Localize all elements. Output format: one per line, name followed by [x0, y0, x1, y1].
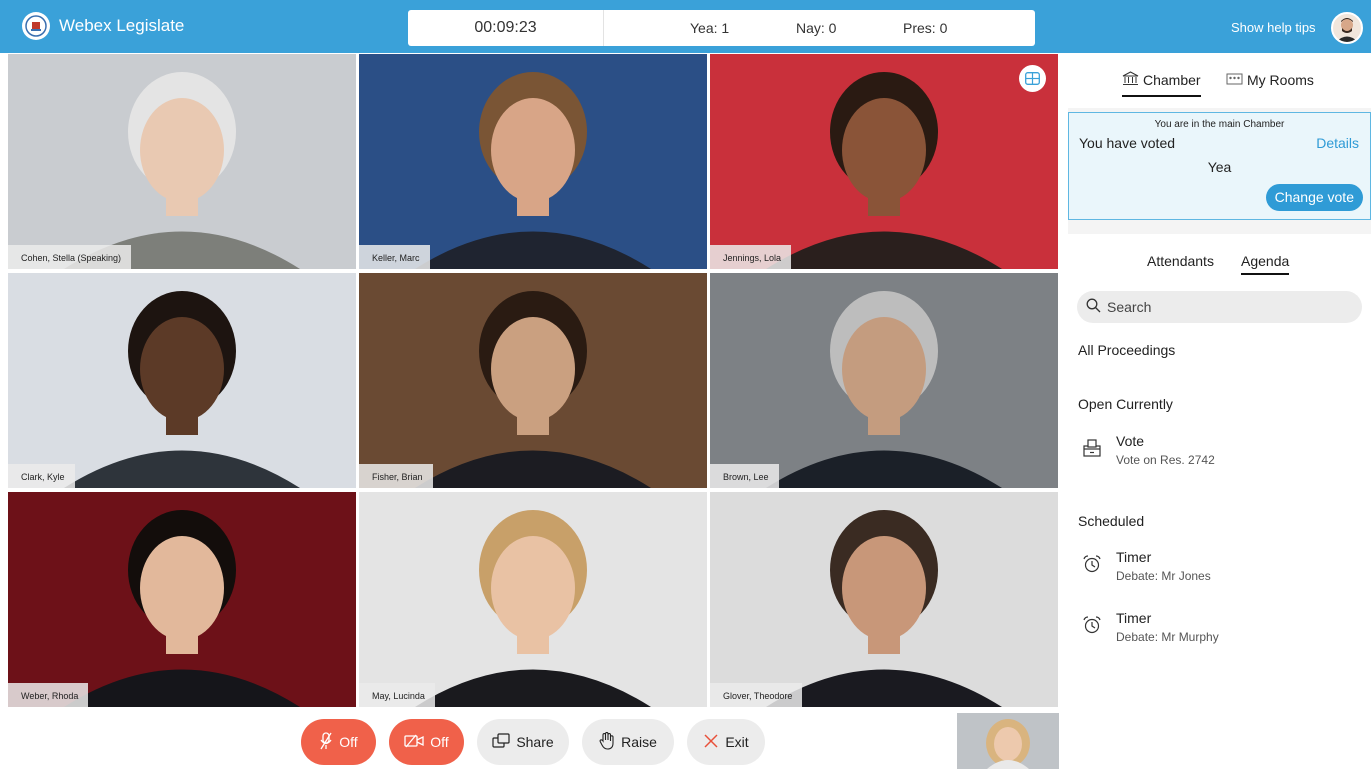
tab-my-rooms-label: My Rooms: [1247, 71, 1314, 88]
top-bar: Webex Legislate 00:09:23 Yea: 1 Nay: 0 P…: [0, 0, 1371, 53]
agenda-item-title: Vote: [1116, 433, 1145, 449]
participant-video: [359, 54, 707, 269]
participant-tile[interactable]: Jennings, Lola: [710, 54, 1058, 269]
participant-tile[interactable]: Brown, Lee: [710, 273, 1058, 488]
agenda-item-title: Timer: [1116, 610, 1152, 626]
search-placeholder: Search: [1107, 299, 1152, 315]
alarm-clock-icon: [1082, 615, 1102, 644]
video-button[interactable]: Off: [389, 719, 464, 765]
agenda-item-subtitle: Debate: Mr Murphy: [1116, 630, 1219, 644]
search-icon: [1086, 298, 1101, 316]
share-label: Share: [516, 734, 554, 750]
rooms-icon: [1226, 71, 1243, 88]
participant-tile[interactable]: Weber, Rhoda: [8, 492, 356, 707]
nay-count: Nay: 0: [796, 20, 837, 36]
exit-button[interactable]: Exit: [687, 719, 765, 765]
participant-tile[interactable]: Glover, Theodore: [710, 492, 1058, 707]
tab-chamber[interactable]: Chamber: [1122, 71, 1201, 97]
room-tabs: Chamber My Rooms: [1068, 54, 1371, 108]
participant-video: [359, 273, 707, 488]
all-proceedings-link[interactable]: All Proceedings: [1078, 342, 1175, 358]
session-timer: 00:09:23: [408, 10, 604, 46]
share-icon: [492, 732, 510, 752]
participant-name: May, Lucinda: [359, 683, 435, 707]
agenda-item-subtitle: Debate: Mr Jones: [1116, 569, 1211, 583]
details-link[interactable]: Details: [1316, 135, 1359, 151]
agenda-item-title: Timer: [1116, 549, 1152, 565]
mute-label: Off: [339, 734, 358, 750]
meeting-controls: Off Off Share Raise Exit: [0, 719, 1059, 765]
grid-layout-icon[interactable]: [1019, 65, 1046, 92]
brand: Webex Legislate: [22, 12, 184, 40]
user-avatar[interactable]: [1331, 12, 1363, 44]
brand-name: Webex Legislate: [59, 16, 185, 35]
tab-attendants[interactable]: Attendants: [1147, 253, 1214, 273]
participant-video: [8, 492, 356, 707]
mic-off-icon: [319, 731, 333, 753]
ballot-box-icon: [1082, 438, 1102, 467]
participant-tile[interactable]: May, Lucinda: [359, 492, 707, 707]
participant-tile[interactable]: Keller, Marc: [359, 54, 707, 269]
hand-icon: [599, 731, 615, 753]
mute-button[interactable]: Off: [301, 719, 376, 765]
camera-off-icon: [404, 734, 424, 751]
exit-label: Exit: [725, 734, 749, 750]
participant-video: [8, 273, 356, 488]
participant-tile[interactable]: Clark, Kyle: [8, 273, 356, 488]
video-grid: Cohen, Stella (Speaking) Keller, Marc Jenn…: [8, 54, 1059, 707]
alarm-clock-icon: [1082, 554, 1102, 583]
legislate-logo-icon: [22, 12, 50, 40]
participant-name: Clark, Kyle: [8, 464, 75, 488]
self-view-video[interactable]: [957, 713, 1059, 769]
participant-video: [710, 54, 1058, 269]
tab-chamber-label: Chamber: [1143, 72, 1201, 88]
change-vote-button[interactable]: Change vote: [1265, 184, 1363, 211]
yea-count: Yea: 1: [690, 20, 730, 36]
agenda-item-timer-2[interactable]: Timer Debate: Mr Murphy: [1082, 610, 1219, 644]
present-count: Pres: 0: [903, 20, 948, 36]
agenda-item-subtitle: Vote on Res. 2742: [1116, 453, 1215, 467]
show-help-tips-link[interactable]: Show help tips: [1231, 20, 1316, 35]
agenda-item-vote[interactable]: Vote Vote on Res. 2742: [1082, 433, 1215, 467]
participant-name: Glover, Theodore: [710, 683, 803, 707]
video-label: Off: [430, 734, 449, 750]
scheduled-heading: Scheduled: [1078, 513, 1145, 529]
open-currently-heading: Open Currently: [1078, 396, 1173, 412]
participant-video: [710, 492, 1058, 707]
participant-video: [710, 273, 1058, 488]
participant-tile[interactable]: Fisher, Brian: [359, 273, 707, 488]
raise-label: Raise: [621, 734, 657, 750]
chamber-icon: [1122, 71, 1139, 89]
sidebar: Chamber My Rooms You are in the main Cha…: [1068, 54, 1371, 773]
voted-status: You have voted: [1079, 135, 1176, 151]
raise-hand-button[interactable]: Raise: [582, 719, 674, 765]
participant-name: Cohen, Stella (Speaking): [8, 245, 132, 269]
participant-name: Fisher, Brian: [359, 464, 433, 488]
tab-my-rooms[interactable]: My Rooms: [1226, 71, 1314, 94]
participant-video: [8, 54, 356, 269]
vote-tally-bar: 00:09:23 Yea: 1 Nay: 0 Pres: 0: [408, 10, 1035, 46]
tab-agenda[interactable]: Agenda: [1241, 253, 1290, 275]
close-icon: [703, 733, 719, 752]
participant-name: Keller, Marc: [359, 245, 430, 269]
location-status: You are in the main Chamber: [1154, 119, 1285, 130]
participant-name: Weber, Rhoda: [8, 683, 89, 707]
share-button[interactable]: Share: [477, 719, 569, 765]
vote-value: Yea: [1207, 159, 1232, 175]
participant-video: [359, 492, 707, 707]
agenda-panel: Attendants Agenda Search All Proceedings…: [1068, 234, 1371, 773]
participant-name: Brown, Lee: [710, 464, 779, 488]
agenda-item-timer-1[interactable]: Timer Debate: Mr Jones: [1082, 549, 1211, 583]
search-input[interactable]: Search: [1077, 291, 1362, 323]
participant-name: Jennings, Lola: [710, 245, 792, 269]
vote-status-card: You are in the main Chamber You have vot…: [1068, 112, 1371, 220]
participant-tile[interactable]: Cohen, Stella (Speaking): [8, 54, 356, 269]
